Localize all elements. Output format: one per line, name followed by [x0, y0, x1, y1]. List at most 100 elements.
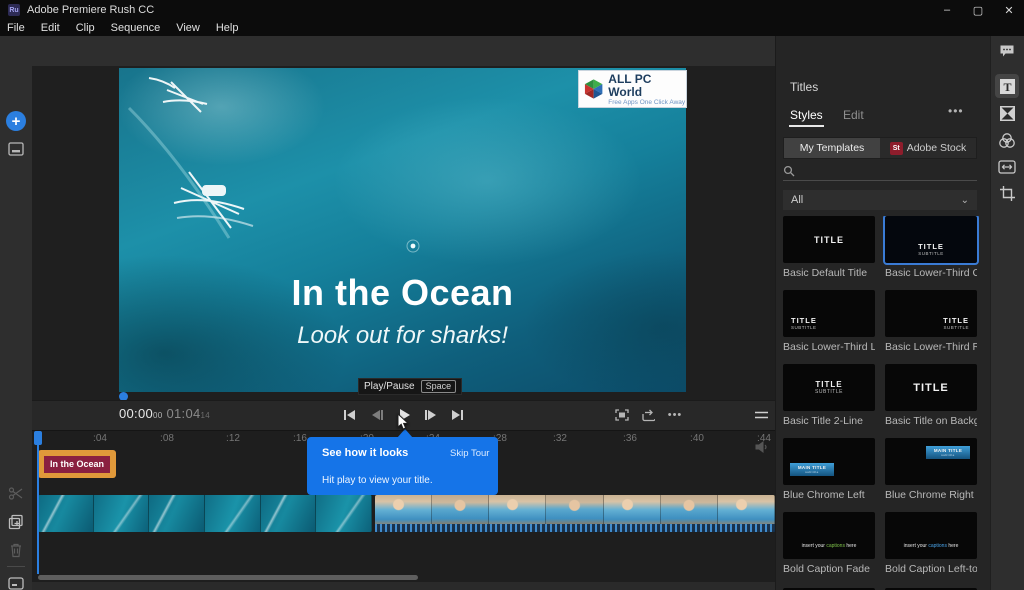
template-card[interactable]: TITLESUBTITLE Basic Lower-Third Ri...	[885, 290, 977, 353]
title-clip[interactable]: In the Ocean	[38, 450, 116, 478]
template-thumb[interactable]: TITLE	[783, 216, 875, 263]
timeline-menu-icon[interactable]	[752, 407, 770, 423]
transitions-tool-icon[interactable]	[995, 101, 1019, 125]
template-thumb[interactable]: MAIN TITLE subtitle	[783, 438, 875, 485]
go-to-end-button[interactable]	[448, 407, 466, 423]
left-toolbar: +	[0, 36, 32, 590]
template-card[interactable]: TITLESUBTITLE Basic Lower-Third Left	[783, 290, 875, 353]
my-templates-button[interactable]: My Templates	[784, 138, 880, 158]
playhead-line[interactable]	[37, 444, 39, 574]
template-card[interactable]: MAIN TITLE subtitle Blue Chrome Right	[885, 438, 977, 501]
loop-icon[interactable]	[639, 407, 657, 423]
fullscreen-icon[interactable]	[613, 407, 631, 423]
template-card[interactable]: TITLE Basic Title on Backg...	[885, 364, 977, 427]
close-button[interactable]: ✕	[994, 0, 1024, 20]
template-thumb[interactable]: TITLE SUBTITLE	[783, 364, 875, 411]
menu-clip[interactable]: Clip	[68, 20, 103, 36]
voiceover-icon[interactable]	[6, 573, 26, 590]
speed-tool-icon[interactable]	[995, 155, 1019, 179]
template-card[interactable]: TITLE SUBTITLE Basic Title 2-Line	[783, 364, 875, 427]
playhead-handle[interactable]	[34, 431, 42, 445]
clip-frame	[38, 495, 94, 532]
template-card[interactable]	[885, 586, 977, 590]
color-tool-icon[interactable]	[995, 128, 1019, 152]
template-card[interactable]: insert your captions here Bold Caption F…	[783, 512, 875, 575]
split-scissors-icon[interactable]	[6, 483, 26, 503]
template-thumb[interactable]: insert your captions here	[885, 512, 977, 559]
thumb-subtitle-text: SUBTITLE	[815, 389, 843, 395]
adobe-stock-icon: St	[889, 141, 903, 155]
ruler-tick: :08	[160, 433, 174, 444]
category-dropdown-value: All	[791, 194, 804, 206]
thumb-subtitle-text: SUBTITLE	[791, 325, 817, 330]
template-card[interactable]	[783, 586, 875, 590]
tab-styles[interactable]: Styles	[790, 108, 823, 122]
mouse-cursor	[397, 413, 409, 431]
step-forward-button[interactable]	[421, 407, 439, 423]
search-icon	[783, 165, 795, 177]
menu-sequence[interactable]: Sequence	[103, 20, 169, 36]
template-thumb[interactable]: insert your captions here	[783, 512, 875, 559]
thumb-title-text: TITLE	[943, 316, 969, 325]
add-media-button[interactable]: +	[6, 111, 26, 131]
ruler-tick: :32	[553, 433, 567, 444]
menu-edit[interactable]: Edit	[33, 20, 68, 36]
crop-tool-icon[interactable]	[995, 181, 1019, 205]
tour-tooltip-title: See how it looks	[322, 447, 409, 459]
menu-view[interactable]: View	[168, 20, 208, 36]
skip-tour-link[interactable]: Skip Tour	[450, 448, 489, 459]
timeline-horizontal-scrollbar[interactable]	[38, 575, 418, 580]
timecode-total-frames: 14	[200, 411, 211, 420]
template-thumb[interactable]: TITLE SUBTITLE	[885, 290, 977, 337]
tour-tooltip-body: Hit play to view your title.	[322, 475, 433, 486]
template-label: Basic Title on Backg...	[885, 415, 977, 427]
delete-trash-icon[interactable]	[6, 540, 26, 560]
video-clip-1[interactable]	[38, 495, 372, 532]
template-thumb-selected[interactable]: TITLE SUBTITLE	[883, 216, 979, 265]
templates-source-switch: My Templates St Adobe Stock	[783, 137, 977, 159]
ruler-tick: :12	[226, 433, 240, 444]
panel-more-icon[interactable]: •••	[948, 104, 964, 118]
template-label: Bold Caption Left-to-...	[885, 563, 977, 575]
tour-tooltip	[307, 437, 498, 495]
template-thumb[interactable]: MAIN TITLE subtitle	[885, 438, 977, 485]
clip-frame	[260, 495, 317, 532]
thumb-caption-word: captions	[928, 543, 947, 549]
titles-tool-icon[interactable]: T	[995, 74, 1019, 98]
thumb-caption-pre: insert your	[801, 543, 827, 549]
media-browser-icon[interactable]	[6, 139, 26, 159]
template-card[interactable]: MAIN TITLE subtitle Blue Chrome Left	[783, 438, 875, 501]
template-card[interactable]: insert your captions here Bold Caption L…	[885, 512, 977, 575]
maximize-button[interactable]: ▢	[963, 0, 993, 20]
timecode-display: 00:0000 01:0414	[119, 406, 210, 421]
premiere-rush-window: Ru Adobe Premiere Rush CC – ▢ ✕ File Edi…	[0, 0, 1024, 590]
chevron-down-icon: ⌄	[960, 194, 969, 206]
timecode-total: 01:04	[166, 406, 201, 421]
go-to-start-button[interactable]	[340, 407, 358, 423]
playpause-tooltip-label: Play/Pause	[364, 381, 415, 392]
bottom-strip	[32, 582, 775, 590]
menubar: File Edit Clip Sequence View Help	[0, 20, 1024, 36]
template-thumb[interactable]: TITLE	[885, 364, 977, 411]
menu-file[interactable]: File	[0, 20, 33, 36]
template-thumb[interactable]: TITLE SUBTITLE	[783, 290, 875, 337]
template-grid: TITLE Basic Default Title TITLE SUBTITLE …	[783, 216, 979, 590]
playpause-shortcut-key: Space	[420, 380, 457, 393]
minimize-button[interactable]: –	[932, 0, 962, 20]
duplicate-icon[interactable]	[6, 512, 26, 532]
template-card[interactable]: TITLESUBTITLE Basic Lower-Third C...	[883, 216, 979, 279]
template-label: Basic Lower-Third Left	[783, 341, 875, 353]
category-dropdown[interactable]: All ⌄	[783, 190, 977, 210]
clip-frame	[93, 495, 150, 532]
feedback-chat-icon[interactable]	[999, 44, 1015, 58]
more-options-icon[interactable]: •••	[666, 407, 684, 423]
template-card[interactable]: TITLE Basic Default Title	[783, 216, 875, 279]
template-label: Blue Chrome Right	[885, 489, 974, 501]
template-search-input[interactable]	[783, 162, 977, 181]
track-mute-icon[interactable]	[755, 441, 769, 453]
menu-help[interactable]: Help	[208, 20, 247, 36]
adobe-stock-button[interactable]: St Adobe Stock	[880, 138, 976, 158]
tab-edit-panel[interactable]: Edit	[843, 108, 864, 122]
step-back-button[interactable]	[368, 407, 386, 423]
titlebar[interactable]: Ru Adobe Premiere Rush CC – ▢ ✕	[0, 0, 1024, 20]
